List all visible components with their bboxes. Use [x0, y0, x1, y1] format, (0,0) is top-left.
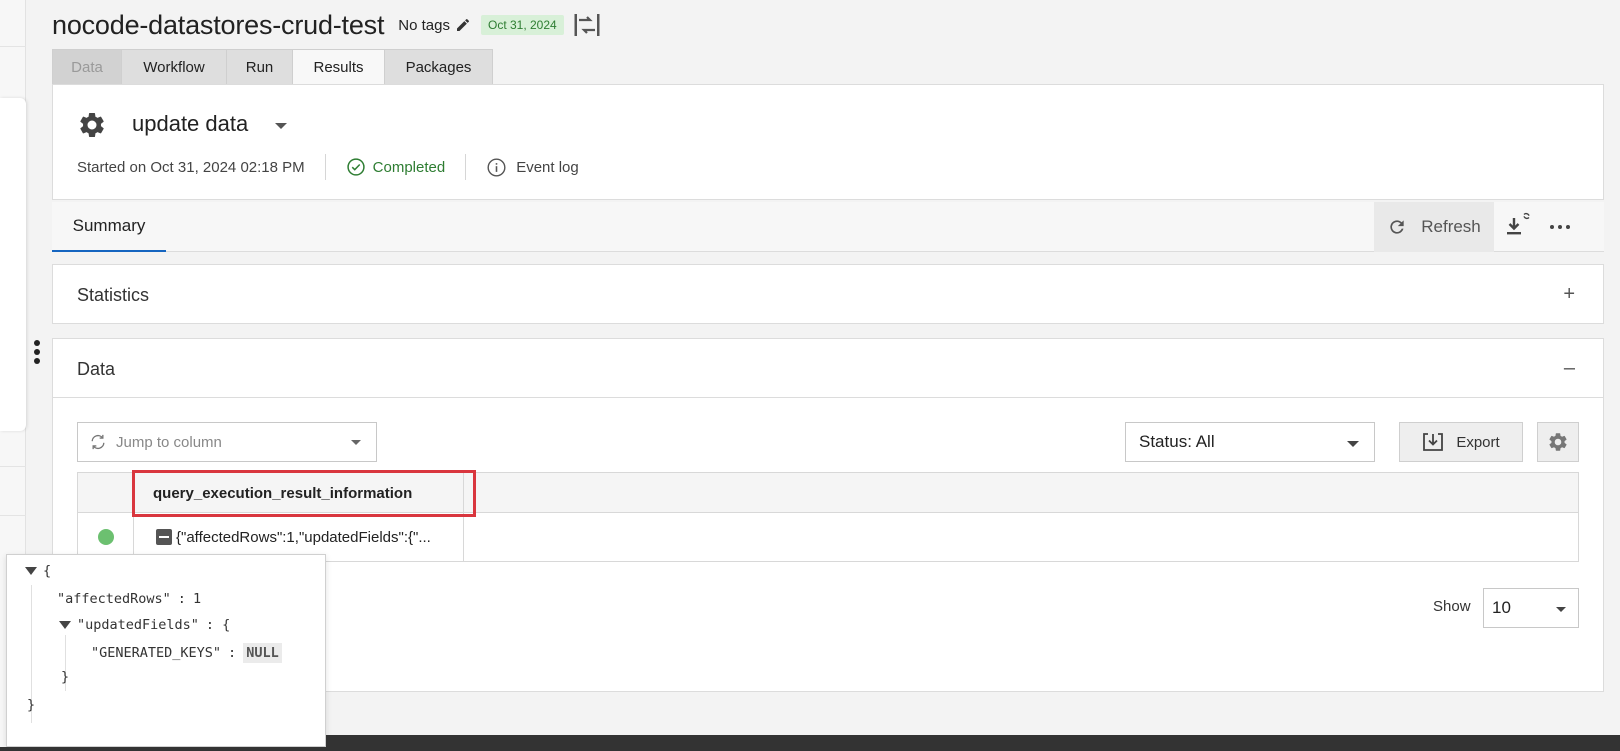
json-sep: : {	[205, 617, 231, 633]
export-button[interactable]: Export	[1399, 422, 1523, 462]
json-key: "updatedFields"	[77, 617, 199, 633]
table-settings-button[interactable]	[1537, 422, 1579, 462]
info-icon	[487, 157, 506, 177]
column-header[interactable]: query_execution_result_information	[134, 473, 464, 513]
table-header: query_execution_result_information	[78, 473, 1578, 513]
bottom-status-bar	[0, 747, 326, 751]
download-refresh-icon[interactable]	[1504, 210, 1534, 242]
run-name: update data	[132, 111, 249, 136]
json-brace: {	[43, 563, 52, 579]
chevron-down-icon[interactable]	[275, 123, 287, 129]
json-brace: }	[61, 669, 70, 685]
page-title: nocode-datastores-crud-test	[52, 9, 385, 40]
status-dot	[97, 529, 114, 545]
pencil-icon[interactable]	[455, 17, 471, 33]
json-entry: "affectedRows" : 1	[57, 591, 201, 607]
caret-down-icon[interactable]	[25, 567, 37, 575]
title-row: nocode-datastores-crud-test No tags Oct …	[52, 8, 601, 42]
refresh-icon	[1390, 220, 1404, 234]
jump-placeholder: Jump to column	[116, 433, 222, 451]
chevron-down-icon	[351, 440, 361, 445]
row-marker-header	[78, 473, 134, 513]
status-filter-select[interactable]: Status: All	[1125, 422, 1375, 462]
json-key: "GENERATED_KEYS"	[91, 645, 222, 661]
run-header: update data Started on Oct 31, 2024 02:1…	[52, 84, 1604, 200]
status-completed: Completed	[346, 157, 446, 177]
divider	[465, 154, 467, 180]
json-entry: "GENERATED_KEYS" : NULL	[91, 643, 282, 663]
tab-run[interactable]: Run	[226, 49, 293, 84]
status-filter-value: Status: All	[1139, 432, 1215, 451]
run-meta: Started on Oct 31, 2024 02:18 PM Complet…	[77, 153, 579, 181]
event-log-link[interactable]: Event log	[486, 157, 579, 178]
divider	[0, 466, 26, 467]
gear-icon	[1549, 433, 1567, 451]
tab-workflow[interactable]: Workflow	[121, 49, 227, 84]
statistics-label: Statistics	[77, 285, 150, 305]
show-label: Show	[1433, 598, 1471, 615]
json-sep: :	[228, 645, 237, 661]
date-badge: Oct 31, 2024	[480, 15, 564, 35]
caret-down-icon[interactable]	[59, 621, 71, 629]
tags-label[interactable]: No tags	[398, 17, 450, 34]
collapse-icon[interactable]: –	[1564, 357, 1575, 380]
tab-packages[interactable]: Packages	[384, 49, 493, 84]
divider	[324, 154, 326, 180]
tab-results[interactable]: Results	[292, 49, 385, 85]
tab-summary[interactable]: Summary	[52, 202, 166, 252]
chevron-down-icon	[1347, 441, 1359, 447]
divider	[0, 515, 26, 516]
divider	[0, 46, 26, 47]
refresh-button[interactable]: Refresh	[1374, 202, 1494, 252]
sync-icon	[91, 434, 105, 450]
expand-icon[interactable]: +	[1563, 283, 1575, 306]
json-root: {	[25, 563, 51, 579]
json-brace: }	[27, 697, 36, 713]
cell-value: {"affectedRows":1,"updatedFields":{"...	[176, 528, 431, 546]
results-table: query_execution_result_information {"aff…	[77, 472, 1579, 562]
check-circle-icon	[346, 158, 365, 176]
left-panel-card	[0, 98, 26, 431]
export-label: Export	[1456, 433, 1500, 451]
panel-resize-handle-icon[interactable]	[34, 340, 42, 368]
started-on-text: Started on Oct 31, 2024 02:18 PM	[77, 158, 305, 176]
json-key: "affectedRows"	[57, 591, 171, 607]
data-section[interactable]: Data –	[52, 338, 1604, 398]
swap-arrows-icon[interactable]	[573, 12, 601, 38]
json-value: 1	[192, 591, 202, 607]
statistics-section[interactable]: Statistics +	[52, 264, 1604, 324]
collapse-icon[interactable]	[156, 529, 172, 545]
bottom-status-bar	[326, 735, 1620, 751]
export-icon	[1423, 433, 1444, 451]
gear-icon	[80, 112, 104, 137]
refresh-label: Refresh	[1421, 217, 1481, 236]
data-label: Data	[77, 359, 116, 379]
json-entry: "updatedFields" : {	[59, 617, 230, 633]
tab-data[interactable]: Data	[52, 49, 122, 84]
chevron-down-icon	[1556, 607, 1566, 612]
page-size-value: 10	[1492, 598, 1511, 617]
page-size-select[interactable]: 10	[1483, 588, 1579, 628]
status-text: Completed	[372, 158, 446, 176]
summary-bar: Summary Refresh	[52, 202, 1604, 252]
json-sep: :	[177, 591, 186, 607]
event-log-label: Event log	[516, 158, 579, 176]
jump-to-column-select[interactable]: Jump to column	[77, 422, 377, 462]
json-popup: { "affectedRows" : 1 "updatedFields" : {…	[6, 554, 326, 747]
main-tabs: Data Workflow Run Results Packages	[52, 49, 493, 85]
null-badge: NULL	[243, 643, 282, 663]
more-options-icon[interactable]	[1550, 220, 1570, 234]
